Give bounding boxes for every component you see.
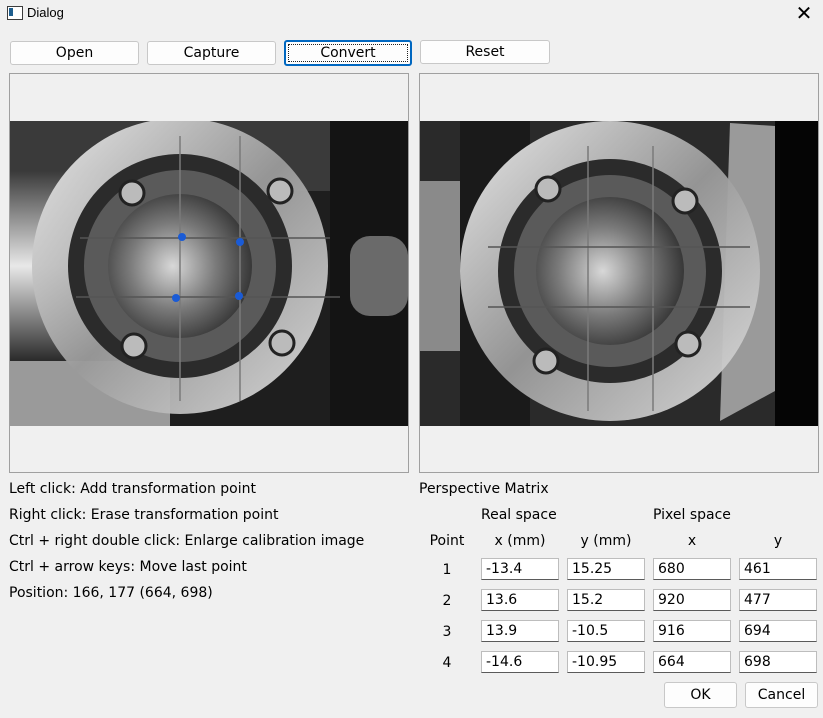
calibration-point-4[interactable]	[172, 294, 180, 302]
point-2-x-mm-field[interactable]	[481, 589, 559, 611]
point-4-y-field[interactable]	[739, 651, 817, 673]
convert-button[interactable]: Convert	[284, 40, 412, 66]
matrix-title: Perspective Matrix	[419, 481, 549, 497]
reset-button[interactable]: Reset	[420, 40, 550, 64]
point-1-y-field[interactable]	[739, 558, 817, 580]
calibration-point-2[interactable]	[236, 238, 244, 246]
title-bar: Dialog ✕	[0, 0, 823, 28]
window-title: Dialog	[27, 5, 64, 20]
converted-image	[420, 121, 818, 426]
row-point-label: 2	[442, 593, 452, 609]
point-3-y-mm-field[interactable]	[567, 620, 645, 642]
help-ctrl-arrow: Ctrl + arrow keys: Move last point	[9, 559, 247, 575]
col-y-header: y	[773, 533, 783, 549]
point-2-y-mm-field[interactable]	[567, 589, 645, 611]
converted-image-graphic	[420, 121, 818, 426]
point-1-x-mm-field[interactable]	[481, 558, 559, 580]
calibration-image-graphic	[10, 121, 408, 426]
row-point-label: 1	[442, 562, 452, 578]
close-icon[interactable]: ✕	[785, 0, 823, 28]
point-3-x-mm-field[interactable]	[481, 620, 559, 642]
col-x-header: x	[687, 533, 697, 549]
point-1-x-field[interactable]	[653, 558, 731, 580]
capture-button[interactable]: Capture	[147, 41, 276, 65]
converted-image-frame	[419, 73, 819, 473]
ok-button[interactable]: OK	[664, 682, 737, 708]
point-4-x-mm-field[interactable]	[481, 651, 559, 673]
col-x-mm-header: x (mm)	[494, 533, 546, 549]
point-2-x-field[interactable]	[653, 589, 731, 611]
row-point-label: 3	[442, 624, 452, 640]
pixel-space-header: Pixel space	[653, 507, 731, 523]
point-2-y-field[interactable]	[739, 589, 817, 611]
point-3-x-field[interactable]	[653, 620, 731, 642]
calibration-point-1[interactable]	[178, 233, 186, 241]
calibration-image[interactable]	[10, 121, 408, 426]
app-icon	[7, 6, 23, 20]
point-1-y-mm-field[interactable]	[567, 558, 645, 580]
open-button[interactable]: Open	[10, 41, 139, 65]
row-point-label: 4	[442, 655, 452, 671]
point-3-y-field[interactable]	[739, 620, 817, 642]
help-left-click: Left click: Add transformation point	[9, 481, 256, 497]
help-ctrl-double-click: Ctrl + right double click: Enlarge calib…	[9, 533, 365, 549]
real-space-header: Real space	[481, 507, 557, 523]
point-4-y-mm-field[interactable]	[567, 651, 645, 673]
cancel-button[interactable]: Cancel	[745, 682, 818, 708]
cursor-position: Position: 166, 177 (664, 698)	[9, 585, 213, 601]
col-y-mm-header: y (mm)	[580, 533, 632, 549]
col-point-header: Point	[429, 533, 465, 549]
calibration-image-frame[interactable]	[9, 73, 409, 473]
point-4-x-field[interactable]	[653, 651, 731, 673]
calibration-point-3[interactable]	[235, 292, 243, 300]
help-right-click: Right click: Erase transformation point	[9, 507, 279, 523]
